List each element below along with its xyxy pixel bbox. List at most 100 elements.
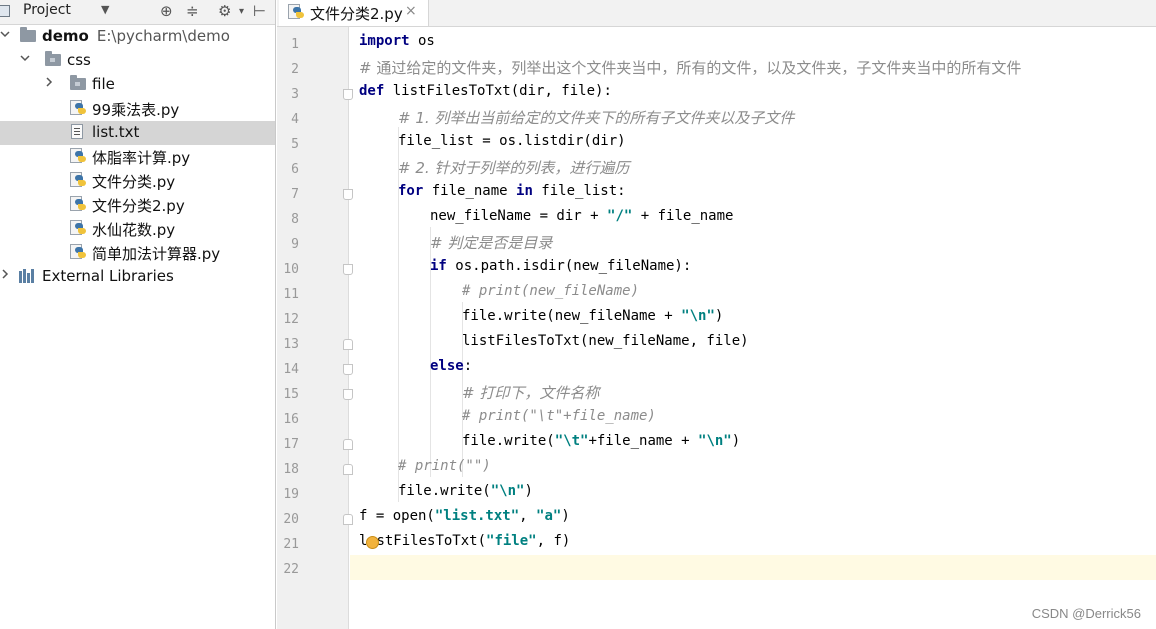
code-line: file.write("\n") <box>350 480 1156 505</box>
line-number: 20 <box>283 512 299 527</box>
line-number: 1 <box>291 37 299 52</box>
line-number: 14 <box>283 362 299 377</box>
string: "\n" <box>490 483 525 499</box>
tree-item-file[interactable]: 文件分类2.py <box>0 193 275 217</box>
chevron-right-icon[interactable] <box>44 77 54 87</box>
python-file-icon <box>288 4 304 20</box>
folder-icon <box>20 27 36 44</box>
line-number: 22 <box>283 562 299 577</box>
tree-item-file-selected[interactable]: list.txt <box>0 121 275 145</box>
watermark: CSDN @Derrick56 <box>1031 606 1141 621</box>
text-file-icon <box>71 124 87 140</box>
chevron-down-icon[interactable] <box>20 53 30 63</box>
code-text: +file_name + <box>588 433 699 449</box>
code-text: , <box>519 508 537 524</box>
keyword: in <box>516 183 533 199</box>
code-text: : <box>463 358 473 374</box>
code-line: # 通过给定的文件夹，列举出这个文件夹当中，所有的文件，以及文件夹，子文件夹当中… <box>350 55 1156 80</box>
tab-label: 文件分类2.py <box>310 5 403 23</box>
tree-item-file[interactable]: file <box>0 73 275 97</box>
gear-dropdown-icon[interactable]: ▾ <box>239 6 244 17</box>
line-number: 17 <box>283 437 299 452</box>
tree-item-label: demo <box>42 27 89 45</box>
line-number: 11 <box>283 287 299 302</box>
current-line[interactable] <box>350 555 1156 580</box>
folder-icon <box>70 75 86 92</box>
line-number: 18 <box>283 462 299 477</box>
comment: # 2. 针对于列举的列表，进行遍历 <box>398 159 630 177</box>
code-line: def listFilesToTxt(dir, file): <box>350 80 1156 105</box>
tree-item-demo[interactable]: demo E:\pycharm\demo <box>0 25 275 49</box>
code-line: if os.path.isdir(new_fileName): <box>350 255 1156 280</box>
close-icon[interactable]: × <box>405 3 417 19</box>
keyword: if <box>430 258 447 274</box>
chevron-right-icon[interactable] <box>0 269 10 279</box>
editor-tab-bar: 文件分类2.py × <box>277 0 1156 27</box>
code-line: for file_name in file_list: <box>350 180 1156 205</box>
tree-item-label: css <box>67 51 91 69</box>
line-number: 16 <box>283 412 299 427</box>
code-editor[interactable]: import os # 通过给定的文件夹，列举出这个文件夹当中，所有的文件，以及… <box>350 27 1156 629</box>
tree-item-label: list.txt <box>92 123 140 141</box>
tree-item-label: 体脂率计算.py <box>92 149 191 167</box>
tree-item-external-libraries[interactable]: External Libraries <box>0 265 275 289</box>
chevron-down-icon[interactable] <box>0 29 10 39</box>
keyword: import <box>359 33 410 49</box>
tree-item-file[interactable]: 文件分类.py <box>0 169 275 193</box>
code-line: import os <box>350 30 1156 55</box>
chevron-down-icon[interactable]: ▼ <box>101 3 109 16</box>
tree-item-label: External Libraries <box>42 267 174 285</box>
python-file-icon <box>70 148 86 164</box>
project-view-selector[interactable]: Project <box>23 2 71 18</box>
tree-item-file[interactable]: 水仙花数.py <box>0 217 275 241</box>
collapse-all-icon[interactable]: ≑ <box>186 2 199 20</box>
tree-item-css[interactable]: css <box>0 49 275 73</box>
python-file-icon <box>70 244 86 260</box>
tree-item-file[interactable]: 简单加法计算器.py <box>0 241 275 265</box>
hide-panel-icon[interactable]: ⊢ <box>253 2 266 20</box>
python-file-icon <box>70 172 86 188</box>
gear-icon[interactable]: ⚙ <box>218 2 231 20</box>
tree-item-label: 文件分类2.py <box>92 197 185 215</box>
code-text: , f) <box>536 533 571 549</box>
tree-item-label: file <box>92 75 115 93</box>
tree-item-label: 文件分类.py <box>92 173 176 191</box>
code-line: # print("\t"+file_name) <box>350 405 1156 430</box>
code-line: listFilesToTxt(new_fileName, file) <box>350 330 1156 355</box>
keyword: for <box>398 183 424 199</box>
project-path: E:\pycharm\demo <box>96 27 230 45</box>
string: "\t" <box>554 433 589 449</box>
code-text: file.write(new_fileName + <box>462 308 682 324</box>
string: "a" <box>536 508 562 524</box>
line-number: 9 <box>291 237 299 252</box>
editor-gutter: 1 2 3 4 5 6 7 8 9 10 11 12 13 14 15 16 1… <box>277 27 353 629</box>
tree-item-file[interactable]: 体脂率计算.py <box>0 145 275 169</box>
code-line: # 2. 针对于列举的列表，进行遍历 <box>350 155 1156 180</box>
line-number: 3 <box>291 87 299 102</box>
project-view-icon <box>0 5 10 17</box>
code-text: file.write( <box>462 433 555 449</box>
code-text: listFilesToTxt(dir, file): <box>384 83 612 99</box>
tree-item-file[interactable]: 99乘法表.py <box>0 97 275 121</box>
line-number: 7 <box>291 187 299 202</box>
python-file-icon <box>70 100 86 116</box>
string: "file" <box>486 533 537 549</box>
code-line: else: <box>350 355 1156 380</box>
tab-file[interactable]: 文件分类2.py × <box>279 0 429 26</box>
code-line: f = open("list.txt", "a") <box>350 505 1156 530</box>
lightbulb-icon[interactable] <box>366 536 379 549</box>
code-line: # 打印下，文件名称 <box>350 380 1156 405</box>
tree-item-label: 水仙花数.py <box>92 221 176 239</box>
code-text: ) <box>561 508 570 524</box>
code-text: stFilesToTxt( <box>376 533 487 549</box>
locate-icon[interactable]: ⊕ <box>160 2 173 20</box>
python-file-icon <box>70 220 86 236</box>
code-line: file.write(new_fileName + "\n") <box>350 305 1156 330</box>
code-text: file_list = os.listdir(dir) <box>398 133 626 149</box>
comment: # print("\t"+file_name) <box>462 408 656 424</box>
tree-item-label: 简单加法计算器.py <box>92 245 221 263</box>
code-text: os.path.isdir(new_fileName): <box>446 258 692 274</box>
string: "\n" <box>681 308 715 324</box>
code-text: ) <box>731 433 741 449</box>
line-number: 4 <box>291 112 299 127</box>
